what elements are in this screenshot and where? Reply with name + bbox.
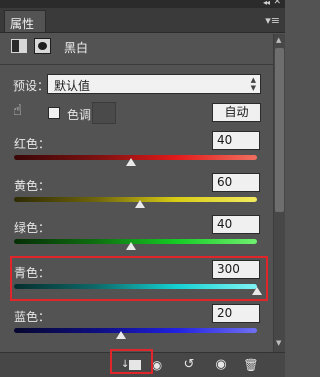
toggle-visibility-icon[interactable]: ◉ (210, 355, 232, 375)
preset-dropdown[interactable]: 默认值 ▲ ▼ (47, 74, 261, 94)
slider-thumb[interactable] (125, 158, 136, 166)
auto-button[interactable]: 自动 (212, 103, 261, 122)
slider-label: 蓝色： (14, 310, 51, 324)
scrollbar-thumb[interactable] (275, 48, 284, 212)
slider-value-field[interactable]: 40 (212, 215, 260, 234)
slider-label: 红色： (14, 137, 51, 151)
black-white-adjustment-icon[interactable] (11, 39, 27, 53)
scroll-up-icon[interactable]: ▲ (276, 36, 281, 44)
slider-label: 黄色： (14, 179, 51, 193)
divider (0, 64, 285, 65)
slider-row-red: 红色： 40 (0, 131, 285, 179)
tab-properties[interactable]: 属性 (4, 10, 46, 32)
slider-row-blue: 蓝色： 20 (0, 304, 285, 352)
slider-value-field[interactable]: 40 (212, 131, 260, 150)
slider-thumb[interactable] (125, 242, 136, 250)
delete-icon[interactable]: 🗑 (241, 355, 261, 375)
panel-titlebar: ◂◂ ✕ (0, 0, 285, 8)
preset-label: 预设： (13, 79, 50, 93)
reset-adjustment-icon[interactable]: ↺ (179, 355, 199, 375)
tab-properties-label: 属性 (10, 17, 35, 31)
close-icon[interactable]: ✕ (273, 0, 281, 7)
panel-tabbar: 属性 ▾≡ (0, 8, 285, 33)
slider-track[interactable] (14, 328, 257, 333)
slider-thumb[interactable] (135, 200, 146, 208)
layer-mask-icon[interactable] (34, 38, 51, 54)
slider-label: 绿色： (14, 221, 51, 235)
panel-menu-icon[interactable]: ▾≡ (265, 14, 280, 27)
scrollbar[interactable]: ▲ ▼ (273, 34, 285, 352)
tint-checkbox[interactable] (48, 107, 60, 119)
tint-color-swatch[interactable] (92, 102, 116, 124)
collapse-icon[interactable]: ◂◂ (263, 0, 270, 7)
scroll-down-icon[interactable]: ▼ (276, 339, 281, 347)
slider-thumb[interactable] (115, 331, 126, 339)
slider-value-field[interactable]: 60 (212, 173, 260, 192)
tint-label: 色调 (67, 108, 92, 122)
adjustment-title: 黑白 (64, 41, 89, 55)
slider-row-yellow: 黄色： 60 (0, 173, 285, 221)
targeted-adjustment-hand-icon[interactable]: ☝ (13, 101, 22, 119)
dropdown-arrows-icon: ▲ ▼ (250, 76, 256, 92)
clip-highlight-box (110, 349, 153, 374)
preset-value: 默认值 (54, 79, 91, 93)
adjustment-header: 黑白 (0, 33, 285, 64)
slider-value-field[interactable]: 20 (212, 304, 260, 323)
cyan-highlight-box (10, 256, 268, 301)
